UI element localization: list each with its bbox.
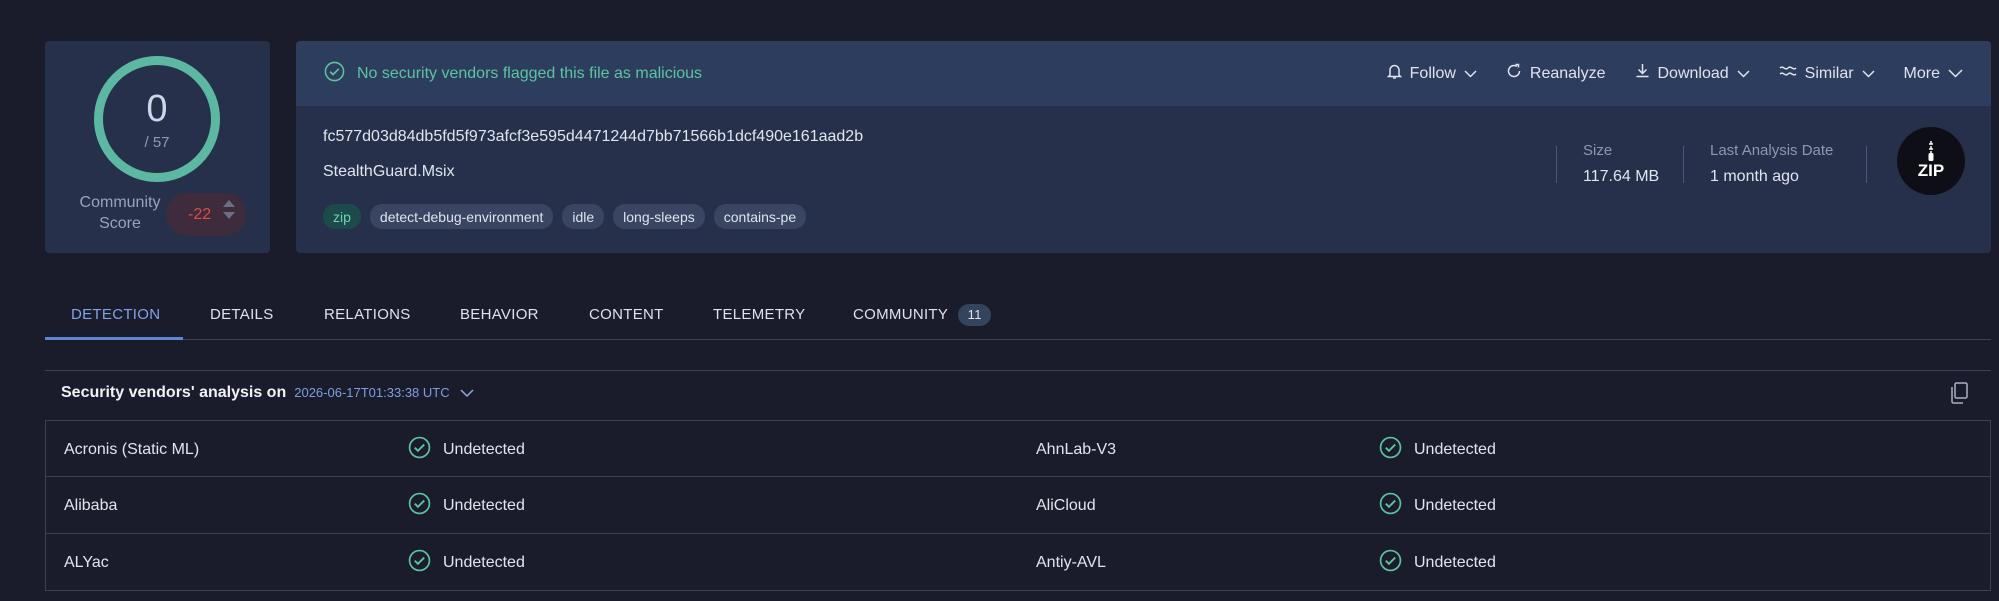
detection-total: / 57	[144, 133, 170, 151]
community-score-value: -22	[188, 205, 212, 223]
result-label: Undetected	[443, 553, 525, 571]
chevron-down-icon	[1464, 65, 1477, 83]
status-message: No security vendors flagged this file as…	[357, 64, 703, 82]
result-label: Undetected	[1414, 553, 1496, 571]
download-button[interactable]: Download	[1635, 63, 1750, 84]
tag-list: zip detect-debug-environment idle long-s…	[323, 204, 807, 229]
chevron-down-icon	[1737, 65, 1750, 83]
vendor-name: Alibaba	[64, 496, 118, 514]
download-icon	[1635, 63, 1650, 84]
chevron-down-icon	[1948, 65, 1963, 83]
download-label: Download	[1657, 64, 1729, 82]
result-label: Undetected	[443, 440, 525, 458]
check-circle-icon	[324, 61, 345, 87]
vendor-result: Undetected	[1379, 421, 1496, 478]
table-row: ALYac Undetected Antiy-AVL Undetected	[45, 534, 1991, 591]
vendor-name: Antiy-AVL	[1036, 553, 1106, 571]
file-name: StealthGuard.Msix	[323, 163, 455, 180]
community-score-label: Community Score	[79, 194, 161, 232]
analysis-date[interactable]: 2026-06-17T01:33:38 UTC	[294, 385, 449, 400]
vendor-name: Acronis (Static ML)	[64, 440, 200, 458]
divider	[1556, 146, 1557, 183]
more-label: More	[1903, 64, 1940, 82]
vendor-result: Undetected	[1379, 477, 1496, 534]
size-label: Size	[1583, 142, 1613, 159]
tag-contains-pe[interactable]: contains-pe	[713, 204, 807, 229]
tag-long-sleeps[interactable]: long-sleeps	[613, 204, 705, 229]
vendor-name: AhnLab-V3	[1036, 440, 1117, 458]
tab-community[interactable]: COMMUNITY 11	[853, 289, 992, 340]
upvote-icon[interactable]	[223, 200, 235, 207]
chevron-down-icon	[460, 384, 474, 402]
check-circle-icon	[1379, 549, 1402, 577]
analysis-title: Security vendors' analysis on	[61, 383, 287, 401]
zip-file-icon: ZIP	[1897, 127, 1965, 195]
detection-ring: 0 / 57	[94, 56, 220, 182]
tab-relations[interactable]: RELATIONS	[324, 289, 411, 340]
tab-behavior[interactable]: BEHAVIOR	[460, 289, 539, 340]
vendor-result: Undetected	[1379, 534, 1496, 591]
result-label: Undetected	[1414, 496, 1496, 514]
last-analysis-value: 1 month ago	[1710, 168, 1799, 185]
file-info-card: No security vendors flagged this file as…	[296, 41, 1991, 253]
similar-button[interactable]: Similar	[1779, 64, 1875, 83]
divider	[1866, 146, 1867, 183]
table-row: Alibaba Undetected AliCloud Undetected	[45, 477, 1991, 534]
file-hash[interactable]: fc577d03d84db5fd5f973afcf3e595d4471244d7…	[323, 128, 863, 146]
community-vote-control[interactable]: -22	[166, 193, 246, 236]
tab-details[interactable]: DETAILS	[210, 289, 274, 340]
check-circle-icon	[408, 549, 431, 577]
check-circle-icon	[1379, 436, 1402, 464]
detection-count: 0	[146, 87, 168, 130]
last-analysis-stat: Last Analysis Date 1 month ago	[1710, 142, 1833, 186]
table-row: Acronis (Static ML) Undetected AhnLab-V3…	[45, 420, 1991, 477]
similar-icon	[1779, 64, 1797, 83]
chevron-down-icon	[1862, 65, 1875, 83]
tag-detect-debug-environment[interactable]: detect-debug-environment	[369, 204, 554, 229]
vendor-name: AliCloud	[1036, 496, 1096, 514]
follow-label: Follow	[1409, 64, 1456, 82]
vendor-result: Undetected	[408, 477, 525, 534]
tab-community-label: COMMUNITY	[853, 306, 949, 323]
refresh-icon	[1506, 63, 1522, 84]
result-label: Undetected	[1414, 440, 1496, 458]
more-button[interactable]: More	[1904, 65, 1963, 83]
community-count-badge: 11	[958, 303, 992, 326]
size-value: 117.64 MB	[1583, 168, 1660, 185]
zip-label: ZIP	[1917, 161, 1945, 180]
check-circle-icon	[1379, 492, 1402, 520]
active-tab-indicator	[45, 337, 183, 340]
vendor-name: ALYac	[64, 553, 109, 571]
check-circle-icon	[408, 436, 431, 464]
result-label: Undetected	[443, 496, 525, 514]
downvote-icon[interactable]	[223, 212, 235, 219]
vendor-table: Acronis (Static ML) Undetected AhnLab-V3…	[45, 420, 1991, 591]
copy-button[interactable]	[1949, 382, 1969, 409]
file-size-stat: Size 117.64 MB	[1583, 142, 1659, 186]
vendors-analysis-header: Security vendors' analysis on 2026-06-17…	[45, 370, 1991, 414]
tab-telemetry[interactable]: TELEMETRY	[713, 289, 805, 340]
tab-bar: DETECTION DETAILS RELATIONS BEHAVIOR CON…	[45, 289, 1991, 340]
tag-zip[interactable]: zip	[323, 204, 361, 229]
status-bar: No security vendors flagged this file as…	[296, 41, 1991, 106]
tab-content[interactable]: CONTENT	[589, 289, 664, 340]
similar-label: Similar	[1804, 64, 1854, 82]
reanalyze-button[interactable]: Reanalyze	[1506, 63, 1606, 84]
follow-button[interactable]: Follow	[1386, 63, 1477, 85]
bell-icon	[1386, 63, 1402, 85]
detection-score-card: 0 / 57 Community Score -22	[45, 41, 270, 253]
copy-icon	[1949, 382, 1969, 408]
vendor-result: Undetected	[408, 534, 525, 591]
check-circle-icon	[408, 492, 431, 520]
vendor-result: Undetected	[408, 421, 525, 478]
analysis-history-dropdown[interactable]	[460, 384, 474, 402]
tag-idle[interactable]: idle	[562, 204, 605, 229]
divider	[1683, 146, 1684, 183]
reanalyze-label: Reanalyze	[1529, 64, 1606, 82]
last-analysis-label: Last Analysis Date	[1710, 142, 1834, 159]
tab-detection[interactable]: DETECTION	[71, 289, 160, 340]
